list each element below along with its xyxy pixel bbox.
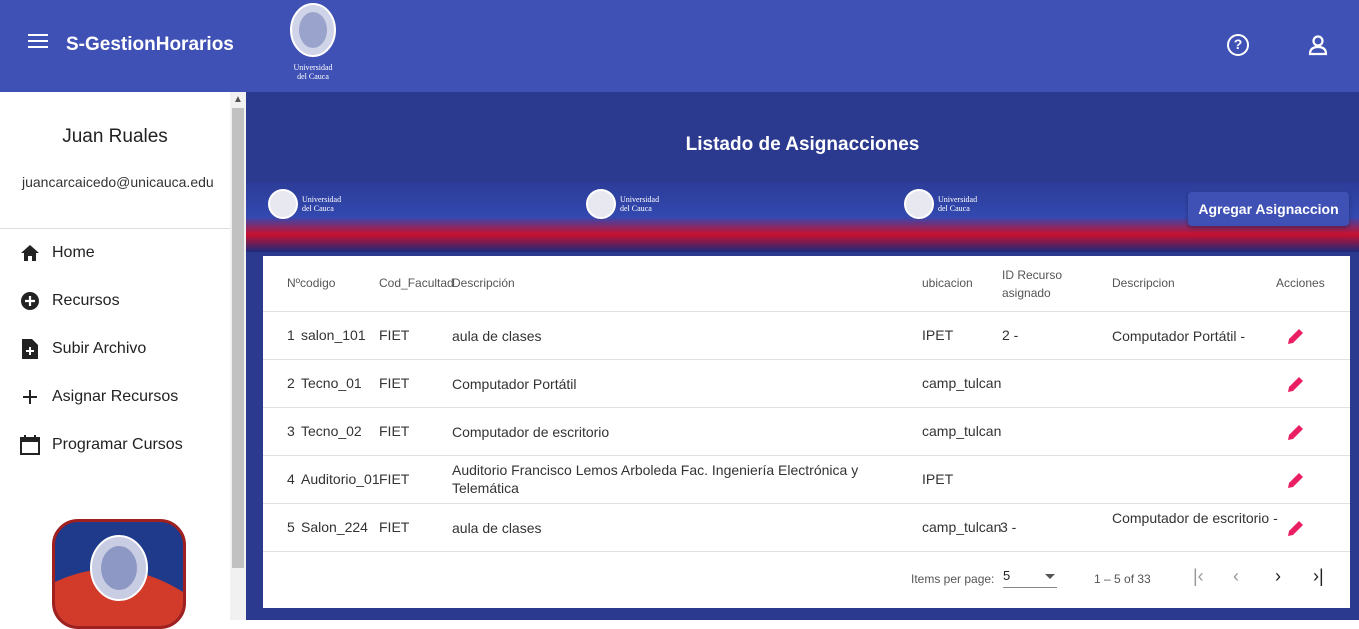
last-page-icon[interactable]: ›| [1313,566,1324,587]
cell-num: 1 [287,327,295,343]
sidebar-item-label: Recursos [52,292,120,309]
logo-text-2: del Cauca [297,72,329,81]
menu-icon[interactable] [28,34,48,54]
sidebar-item-home[interactable]: Home [20,238,228,268]
edit-icon[interactable] [1286,374,1306,394]
sidebar: Juan Ruales juancarcaicedo@unicauca.edu … [0,92,246,629]
edit-icon[interactable] [1286,518,1306,538]
cell-num: 4 [287,471,295,487]
column-header-facultad[interactable]: Cod_Facultad [379,276,454,290]
edit-icon[interactable] [1286,422,1306,442]
cell-ubicacion: camp_tulcan [922,375,1002,391]
previous-page-icon[interactable]: ‹ [1233,566,1239,587]
sidebar-item-subir-archivo[interactable]: Subir Archivo [20,334,228,364]
cell-code: Tecno_01 [301,375,362,391]
help-icon[interactable]: ? [1227,34,1249,56]
cell-code: Tecno_02 [301,423,362,439]
column-header-recurso[interactable]: ID Recurso asignado [1002,266,1062,302]
table-row: 3 Tecno_02 FIET Computador de escritorio cam… [263,408,1350,456]
banner-logo: Universidad del Cauca [268,186,358,222]
cell-facultad: FIET [379,375,410,391]
sidebar-item-recursos[interactable]: Recursos [20,286,228,316]
cell-ubicacion: IPET [922,327,954,343]
table-row: 2 Tecno_01 FIET Computador Portátil camp_tul… [263,360,1350,408]
page-size-select[interactable]: 5 [1003,568,1057,588]
assignments-table: Nºcodigo Cod_Facultad Descripción ubicac… [263,256,1350,608]
edit-icon[interactable] [1286,326,1306,346]
home-icon [20,243,40,263]
table-header: Nºcodigo Cod_Facultad Descripción ubicac… [263,256,1350,312]
sidebar-item-label: Programar Cursos [52,436,183,453]
cell-facultad: FIET [379,327,410,343]
cell-facultad: FIET [379,423,410,439]
add-circle-icon [20,291,40,311]
cell-descripcion2: Computador de escritorio - [1112,510,1278,526]
scrollbar-thumb[interactable] [232,108,244,568]
cell-descripcion: Computador de escritorio [452,424,610,440]
cell-num: 3 [287,423,295,439]
sidebar-item-label: Subir Archivo [52,340,147,357]
sidebar-item-asignar-recursos[interactable]: Asignar Recursos [20,382,228,412]
cell-ubicacion: camp_tulcan [922,423,1002,439]
edit-icon[interactable] [1286,470,1306,490]
cell-recurso: 2 - [1002,327,1019,343]
cell-facultad: FIET [379,519,410,535]
sidebar-item-label: Asignar Recursos [52,388,179,405]
cell-descripcion: Computador Portátil [452,376,577,392]
column-header-ubicacion[interactable]: ubicacion [922,276,973,290]
account-icon[interactable] [1307,34,1329,56]
table-row: 4 Auditorio_01 FIET Auditorio Francisco Lem… [263,456,1350,504]
paginator: Items per page: 5 1 – 5 of 33 |‹ ‹ › ›| [263,552,1350,608]
university-badge-logo [52,519,186,629]
app-title: S-GestionHorarios [66,34,234,55]
banner-logo: Universidad del Cauca [586,186,676,222]
column-header-acciones: Acciones [1276,276,1325,290]
cell-descripcion: Auditorio Francisco Lemos Arboleda Fac. … [452,462,859,496]
sidebar-item-programar-cursos[interactable]: Programar Cursos [20,430,228,460]
user-name: Juan Ruales [62,126,168,147]
banner-logo: Universidad del Cauca [904,186,994,222]
sidebar-item-label: Home [52,244,95,261]
column-header-codigo[interactable]: Nºcodigo [287,276,335,290]
cell-num: 2 [287,375,295,391]
calendar-icon [20,435,40,455]
cell-code: Salon_224 [301,519,368,535]
cell-descripcion2: Computador Portátil - [1112,328,1246,344]
next-page-icon[interactable]: › [1275,566,1281,587]
cell-facultad: FIET [379,471,410,487]
page-title: Listado de Asignacciones [685,134,920,155]
items-per-page-label: Items per page: [911,572,995,586]
cell-num: 5 [287,519,295,535]
add-assignment-button[interactable]: Agregar Asignaccion [1188,192,1349,226]
page-range: 1 – 5 of 33 [1094,572,1151,586]
table-row: 1 salon_101 FIET aula de clases IPET 2 - Compu… [263,312,1350,360]
cell-ubicacion: IPET [922,471,954,487]
cell-code: salon_101 [301,327,366,343]
first-page-icon[interactable]: |‹ [1193,566,1204,587]
cell-descripcion: aula de clases [452,328,542,344]
column-header-descripcion[interactable]: Descripción [452,276,515,290]
user-email: juancarcaicedo@unicauca.edu [22,174,214,190]
column-header-descripcion2[interactable]: Descripcion [1112,276,1175,290]
university-logo: Universidad del Cauca [282,2,344,90]
cell-code: Auditorio_01 [301,471,380,487]
upload-file-icon [20,339,40,359]
logo-text-1: Universidad [293,63,332,72]
scroll-up-icon[interactable]: ▲ [233,94,243,105]
main-content: Listado de Asignacciones Universidad del … [246,92,1359,620]
top-toolbar: S-GestionHorarios Universidad del Cauca … [0,0,1359,92]
sidebar-divider [0,228,230,229]
cell-descripcion: aula de clases [452,520,542,536]
plus-icon [20,387,40,407]
cell-ubicacion: camp_tulcan [922,519,1002,535]
dropdown-arrow-icon [1045,574,1055,579]
table-row: 5 Salon_224 FIET aula de clases camp_tulcan 3… [263,504,1350,552]
cell-recurso: 3 - [1000,519,1017,535]
